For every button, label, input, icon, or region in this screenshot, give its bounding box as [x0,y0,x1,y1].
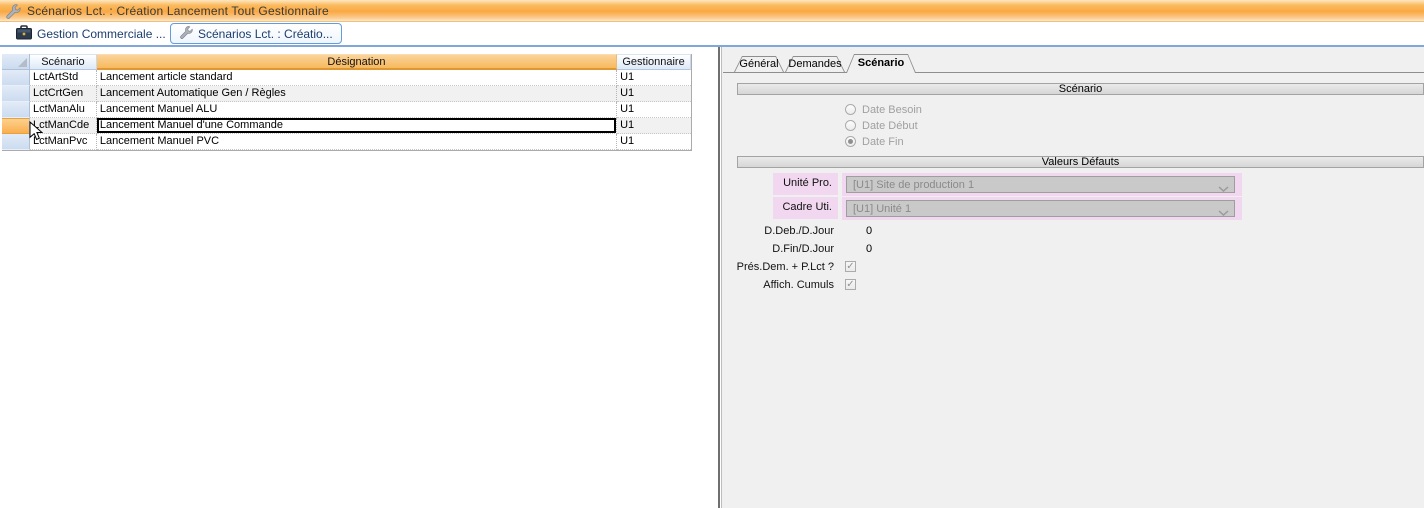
mouse-cursor [29,121,43,145]
detail-tab-general[interactable]: Général [734,56,784,72]
row-selector[interactable] [2,118,30,134]
application-window: Scénarios Lct. : Création Lancement Tout… [0,0,1424,508]
table-row[interactable]: LctManAluLancement Manuel ALUU1 [2,102,691,118]
ddeb-djour-label: D.Deb./D.Jour [640,225,834,237]
wrench-icon [179,25,193,42]
row-selector[interactable] [2,70,30,86]
group-bar-valeurs-defauts: Valeurs Défauts [737,156,1424,168]
tab-scenarios-lct[interactable]: Scénarios Lct. : Créatio... [170,23,342,44]
cadre-uti-combobox[interactable]: [U1] Unité 1 [846,200,1235,217]
cell-designation[interactable]: Lancement Manuel PVC [97,134,617,150]
radio-date-besoin[interactable]: Date Besoin [845,103,922,116]
window-title: Scénarios Lct. : Création Lancement Tout… [27,4,329,18]
cell-scenario[interactable]: LctArtStd [30,70,97,86]
detail-tab-demandes[interactable]: Demandes [785,56,845,72]
cell-designation[interactable]: Lancement Automatique Gen / Règles [97,86,617,102]
dfin-djour-value: 0 [866,243,872,255]
pres-dem-checkbox[interactable]: ✓ [845,261,856,272]
column-header-gestionnaire[interactable]: Gestionnaire [617,54,691,70]
detail-pane [722,47,1424,508]
table-body: LctArtStdLancement article standardU1Lct… [2,70,691,150]
cell-designation[interactable]: Lancement article standard [97,70,617,86]
radio-date-debut[interactable]: Date Début [845,119,918,132]
chevron-down-icon [1218,207,1229,217]
tab-label: Scénarios Lct. : Créatio... [198,27,333,41]
cell-gestionnaire[interactable]: U1 [617,118,691,134]
scenario-table: Scénario Désignation Gestionnaire LctArt… [2,54,692,151]
pres-dem-label: Prés.Dem. + P.Lct ? [640,261,834,273]
combo-value: [U1] Unité 1 [853,203,911,215]
group-bar-scenario: Scénario [737,83,1424,95]
unite-pro-field-highlight: [U1] Site de production 1 [842,173,1242,196]
ddeb-djour-value: 0 [866,225,872,237]
row-selector[interactable] [2,134,30,150]
affich-cumuls-checkbox[interactable]: ✓ [845,279,856,290]
cadre-uti-label: Cadre Uti. [773,197,838,219]
chevron-down-icon [1218,183,1229,193]
tab-baseline [723,72,1424,73]
cell-scenario[interactable]: LctManAlu [30,102,97,118]
main-tab-strip: Gestion Commerciale ... Scénarios Lct. :… [0,22,1424,47]
tab-gestion-commerciale[interactable]: Gestion Commerciale ... [8,24,174,44]
cell-gestionnaire[interactable]: U1 [617,102,691,118]
radio-date-fin[interactable]: Date Fin [845,135,904,148]
row-selector[interactable] [2,102,30,118]
affich-cumuls-label: Affich. Cumuls [640,279,834,291]
cadre-uti-field-highlight: [U1] Unité 1 [842,197,1242,220]
unite-pro-label: Unité Pro. [773,173,838,195]
radio-icon [845,136,856,147]
radio-icon [845,104,856,115]
dfin-djour-label: D.Fin/D.Jour [640,243,834,255]
combo-value: [U1] Site de production 1 [853,179,974,191]
title-bar: Scénarios Lct. : Création Lancement Tout… [0,0,1424,22]
tab-label: Gestion Commerciale ... [37,27,166,41]
cell-gestionnaire[interactable]: U1 [617,134,691,150]
cell-gestionnaire[interactable]: U1 [617,86,691,102]
row-selector-header[interactable] [2,54,30,70]
cell-designation[interactable]: Lancement Manuel ALU [97,102,617,118]
cell-scenario[interactable]: LctCrtGen [30,86,97,102]
briefcase-icon [16,25,32,43]
table-row[interactable]: LctArtStdLancement article standardU1 [2,70,691,86]
table-row[interactable]: LctManCdeLancement Manuel d'une Commande… [2,118,691,134]
cell-designation-focused[interactable]: Lancement Manuel d'une Commande [97,118,617,134]
radio-icon [845,120,856,131]
table-header-row: Scénario Désignation Gestionnaire [2,54,691,70]
corner-triangle-icon [18,58,27,67]
table-row[interactable]: LctManPvcLancement Manuel PVCU1 [2,134,691,150]
column-header-scenario[interactable]: Scénario [30,54,97,70]
pane-divider[interactable] [718,47,720,508]
detail-tab-scenario[interactable]: Scénario [846,54,916,73]
cell-gestionnaire[interactable]: U1 [617,70,691,86]
row-selector[interactable] [2,86,30,102]
table-row[interactable]: LctCrtGenLancement Automatique Gen / Règ… [2,86,691,102]
unite-pro-combobox[interactable]: [U1] Site de production 1 [846,176,1235,193]
column-header-designation[interactable]: Désignation [97,54,617,70]
wrench-icon [5,3,21,19]
